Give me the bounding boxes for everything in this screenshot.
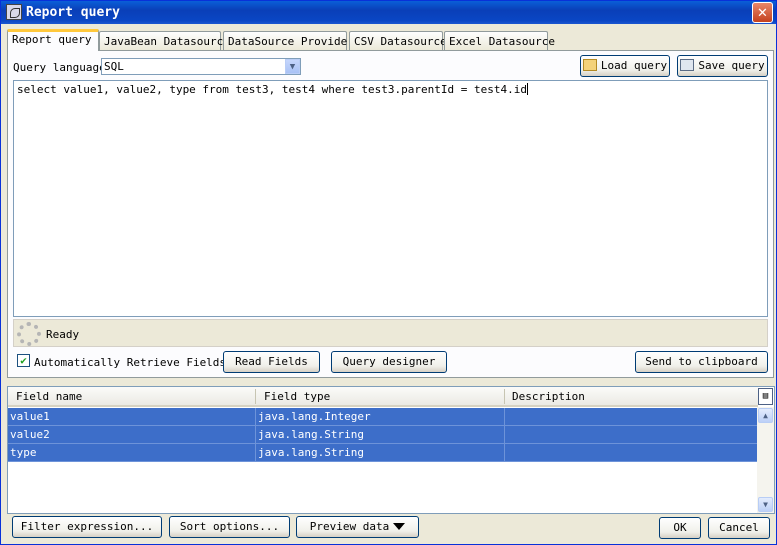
- triangle-down-icon: [393, 523, 406, 530]
- table-row[interactable]: value2 java.lang.String: [8, 426, 758, 444]
- save-document-icon: [680, 59, 695, 71]
- column-divider[interactable]: [504, 389, 505, 404]
- chevron-down-icon[interactable]: ▼: [285, 59, 300, 74]
- field-name-cell: value2: [10, 428, 50, 441]
- window-title: Report query: [26, 5, 120, 20]
- loading-spinner-icon: [17, 322, 41, 346]
- ok-button[interactable]: OK: [659, 517, 701, 539]
- query-language-label: Query language: [13, 61, 106, 74]
- tab-datasource-provider[interactable]: DataSource Provider: [223, 31, 354, 50]
- query-text: select value1, value2, type from test3, …: [17, 83, 528, 96]
- auto-retrieve-label[interactable]: Automatically Retrieve Fields: [34, 356, 226, 369]
- fields-table[interactable]: Field name Field type Description ▤ valu…: [7, 386, 775, 514]
- report-app-icon: [6, 4, 22, 20]
- column-chooser-icon[interactable]: ▤: [758, 388, 773, 405]
- auto-retrieve-checkbox[interactable]: ✔: [17, 354, 30, 367]
- scroll-down-icon[interactable]: ▼: [758, 497, 773, 512]
- text-caret: [526, 83, 528, 95]
- cancel-button[interactable]: Cancel: [708, 517, 770, 539]
- load-query-label: Load query: [600, 59, 668, 72]
- title-bar[interactable]: Report query ✕: [1, 1, 776, 24]
- report-query-dialog: Report query ✕ Report query JavaBean Dat…: [0, 0, 777, 545]
- table-header: Field name Field type Description: [8, 387, 758, 407]
- save-query-button[interactable]: Save query: [677, 55, 768, 77]
- query-designer-button[interactable]: Query designer: [331, 351, 447, 373]
- filter-expression-button[interactable]: Filter expression...: [12, 516, 162, 538]
- save-query-label: Save query: [698, 59, 765, 72]
- load-query-button[interactable]: Load query: [580, 55, 670, 77]
- field-type-cell: java.lang.Integer: [258, 410, 371, 423]
- query-language-value: SQL: [104, 60, 124, 73]
- column-field-name[interactable]: Field name: [16, 390, 82, 403]
- preview-data-button[interactable]: Preview data: [296, 516, 419, 538]
- query-language-select[interactable]: SQL ▼: [101, 58, 301, 75]
- column-divider[interactable]: [255, 389, 256, 404]
- folder-icon: [582, 59, 597, 71]
- table-scrollbar[interactable]: ▲ ▼: [757, 407, 774, 513]
- tab-csv-datasource[interactable]: CSV Datasource: [349, 31, 447, 50]
- send-to-clipboard-button[interactable]: Send to clipboard: [635, 351, 768, 373]
- close-button[interactable]: ✕: [752, 2, 773, 23]
- column-field-type[interactable]: Field type: [264, 390, 330, 403]
- table-row[interactable]: type java.lang.String: [8, 444, 758, 462]
- status-bar: Ready: [13, 319, 768, 347]
- status-text: Ready: [46, 328, 80, 341]
- field-type-cell: java.lang.String: [258, 446, 364, 459]
- query-editor[interactable]: select value1, value2, type from test3, …: [13, 80, 768, 317]
- sort-options-button[interactable]: Sort options...: [169, 516, 290, 538]
- field-type-cell: java.lang.String: [258, 428, 364, 441]
- read-fields-button[interactable]: Read Fields: [223, 351, 320, 373]
- tab-javabean-datasource[interactable]: JavaBean Datasource: [99, 31, 230, 50]
- tab-excel-datasource[interactable]: Excel Datasource: [444, 31, 555, 50]
- table-row[interactable]: value1 java.lang.Integer: [8, 408, 758, 426]
- field-name-cell: type: [10, 446, 37, 459]
- tab-report-query[interactable]: Report query: [7, 29, 99, 51]
- field-name-cell: value1: [10, 410, 50, 423]
- preview-data-label: Preview data: [309, 520, 390, 533]
- scroll-up-icon[interactable]: ▲: [758, 408, 773, 423]
- column-description[interactable]: Description: [512, 390, 585, 403]
